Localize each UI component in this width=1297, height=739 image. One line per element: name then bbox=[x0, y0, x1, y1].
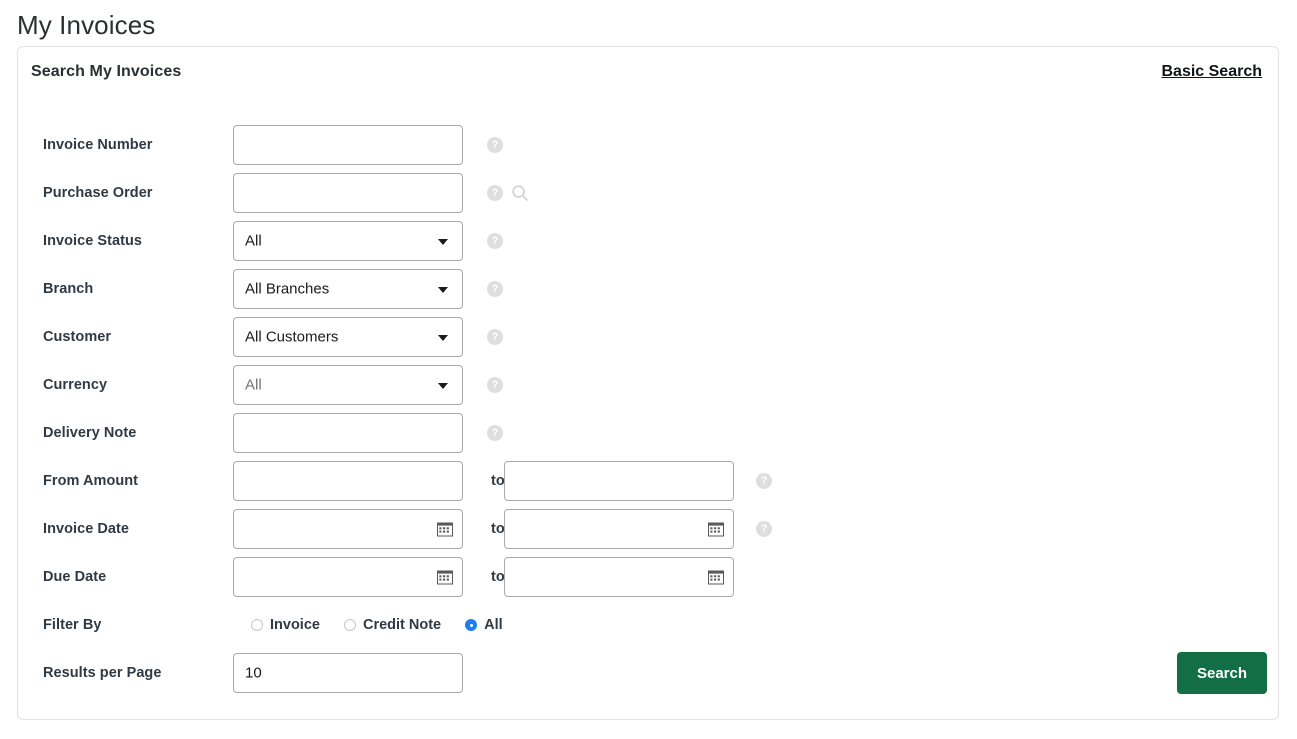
label-purchase-order: Purchase Order bbox=[43, 185, 153, 201]
due-date-separator: to bbox=[491, 569, 505, 585]
basic-search-link[interactable]: Basic Search bbox=[1161, 63, 1262, 81]
purchase-order-input[interactable] bbox=[233, 173, 463, 213]
invoice-status-select[interactable]: All bbox=[233, 221, 463, 261]
search-icon[interactable] bbox=[511, 184, 529, 202]
row-branch: Branch All Branches bbox=[18, 265, 1278, 313]
row-from-amount: From Amount to bbox=[18, 457, 1278, 505]
branch-value: All Branches bbox=[245, 280, 330, 298]
results-per-page-input[interactable]: 10 bbox=[233, 653, 463, 693]
search-form: Invoice Number Purchase Order Invoice St… bbox=[18, 99, 1278, 719]
label-invoice-date: Invoice Date bbox=[43, 521, 130, 537]
help-icon-invoice-status[interactable] bbox=[487, 233, 503, 249]
row-due-date: Due Date to bbox=[18, 553, 1278, 601]
due-date-to-input[interactable] bbox=[504, 557, 734, 597]
radio-option-credit-note[interactable]: Credit Note bbox=[343, 617, 442, 633]
invoice-date-separator: to bbox=[491, 521, 505, 537]
radio-invoice[interactable] bbox=[251, 619, 263, 631]
branch-select[interactable]: All Branches bbox=[233, 269, 463, 309]
help-icon-invoice-number[interactable] bbox=[487, 137, 503, 153]
delivery-note-input[interactable] bbox=[233, 413, 463, 453]
chevron-down-icon bbox=[438, 383, 448, 389]
row-filter-by: Filter By Invoice Credit Note All bbox=[18, 601, 1278, 649]
label-customer: Customer bbox=[43, 329, 112, 345]
currency-value: All bbox=[245, 376, 262, 394]
radio-credit-note[interactable] bbox=[343, 619, 356, 631]
calendar-icon[interactable] bbox=[708, 569, 724, 585]
calendar-icon[interactable] bbox=[437, 521, 453, 537]
label-branch: Branch bbox=[43, 281, 94, 297]
row-delivery-note: Delivery Note bbox=[18, 409, 1278, 457]
help-icon-delivery-note[interactable] bbox=[487, 425, 503, 441]
help-icon-purchase-order[interactable] bbox=[487, 185, 503, 201]
invoice-number-input[interactable] bbox=[233, 125, 463, 165]
customer-select[interactable]: All Customers bbox=[233, 317, 463, 357]
from-amount-separator: to bbox=[491, 473, 505, 489]
currency-select[interactable]: All bbox=[233, 365, 463, 405]
search-button[interactable]: Search bbox=[1177, 652, 1267, 694]
help-icon-customer[interactable] bbox=[487, 329, 503, 345]
help-icon-from-amount[interactable] bbox=[756, 473, 772, 489]
row-results-per-page: Results per Page 10 Search bbox=[18, 649, 1278, 697]
results-per-page-value: 10 bbox=[245, 664, 262, 682]
chevron-down-icon bbox=[438, 335, 448, 341]
from-amount-input[interactable] bbox=[233, 461, 463, 501]
label-results-per-page: Results per Page bbox=[43, 665, 162, 681]
radio-option-all[interactable]: All bbox=[465, 617, 503, 633]
calendar-icon[interactable] bbox=[437, 569, 453, 585]
customer-value: All Customers bbox=[245, 328, 339, 346]
label-invoice-number: Invoice Number bbox=[43, 137, 153, 153]
chevron-down-icon bbox=[438, 239, 448, 245]
radio-option-invoice[interactable]: Invoice bbox=[251, 617, 320, 633]
label-currency: Currency bbox=[43, 377, 108, 393]
filter-by-radio-group: Invoice Credit Note All bbox=[251, 617, 503, 633]
row-invoice-status: Invoice Status All bbox=[18, 217, 1278, 265]
panel-header: Search My Invoices Basic Search bbox=[18, 47, 1278, 99]
chevron-down-icon bbox=[438, 287, 448, 293]
invoice-status-value: All bbox=[245, 232, 262, 250]
radio-all[interactable] bbox=[465, 619, 478, 631]
invoice-date-from-input[interactable] bbox=[233, 509, 463, 549]
row-purchase-order: Purchase Order bbox=[18, 169, 1278, 217]
radio-label-invoice: Invoice bbox=[270, 617, 320, 633]
row-customer: Customer All Customers bbox=[18, 313, 1278, 361]
to-amount-input[interactable] bbox=[504, 461, 734, 501]
page-title: My Invoices bbox=[17, 10, 156, 40]
label-filter-by: Filter By bbox=[43, 617, 102, 633]
help-icon-currency[interactable] bbox=[487, 377, 503, 393]
panel-title: Search My Invoices bbox=[31, 63, 182, 80]
radio-label-credit-note: Credit Note bbox=[362, 617, 442, 633]
radio-label-all: All bbox=[484, 617, 503, 633]
label-from-amount: From Amount bbox=[43, 473, 139, 489]
help-icon-branch[interactable] bbox=[487, 281, 503, 297]
invoice-date-to-input[interactable] bbox=[504, 509, 734, 549]
label-invoice-status: Invoice Status bbox=[43, 233, 143, 249]
label-due-date: Due Date bbox=[43, 569, 107, 585]
help-icon-invoice-date[interactable] bbox=[756, 521, 772, 537]
calendar-icon[interactable] bbox=[708, 521, 724, 537]
search-panel: Search My Invoices Basic Search Invoice … bbox=[17, 46, 1279, 720]
row-invoice-date: Invoice Date to bbox=[18, 505, 1278, 553]
due-date-from-input[interactable] bbox=[233, 557, 463, 597]
label-delivery-note: Delivery Note bbox=[43, 425, 137, 441]
row-invoice-number: Invoice Number bbox=[18, 121, 1278, 169]
row-currency: Currency All bbox=[18, 361, 1278, 409]
